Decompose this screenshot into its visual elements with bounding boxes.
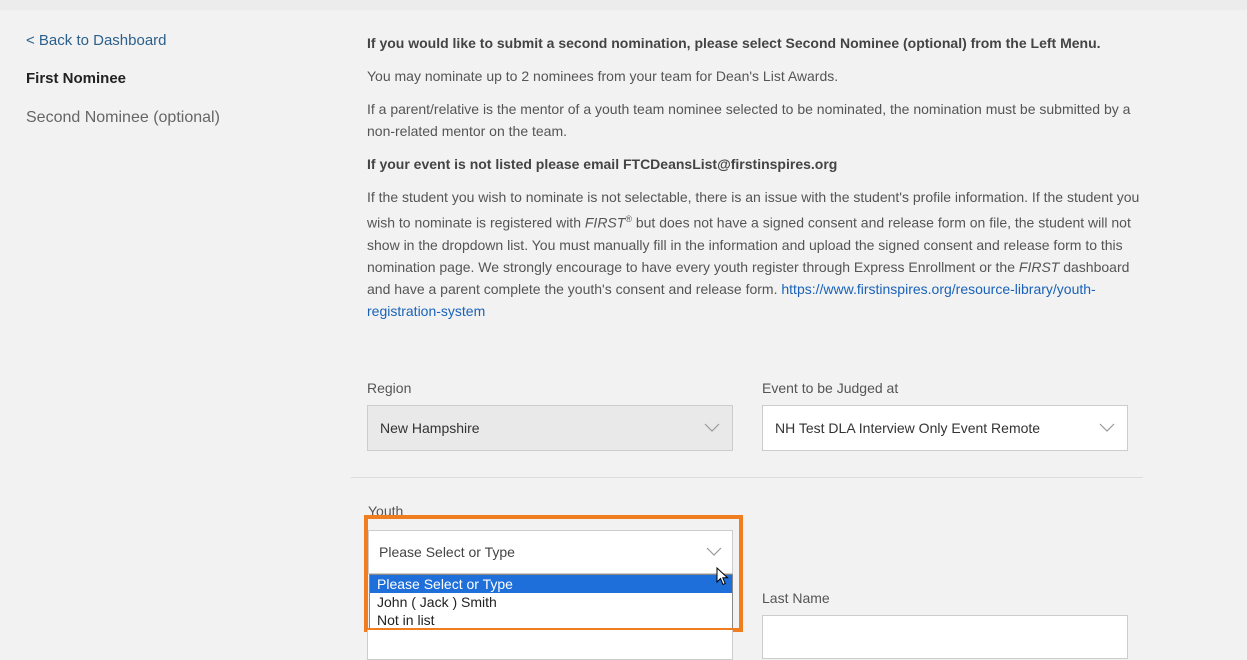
registered-mark: ® xyxy=(625,214,632,224)
second-nomination-note: If you would like to submit a second nom… xyxy=(367,35,1101,51)
chevron-down-icon xyxy=(1099,423,1115,433)
event-select[interactable]: NH Test DLA Interview Only Event Remote xyxy=(762,405,1128,451)
left-menu: < Back to Dashboard First Nominee Second… xyxy=(26,32,326,148)
nav-item-second-nominee[interactable]: Second Nominee (optional) xyxy=(26,109,326,127)
mouse-cursor-icon xyxy=(716,566,730,592)
region-label: Region xyxy=(367,380,412,396)
region-select[interactable]: New Hampshire xyxy=(367,405,733,451)
section-divider xyxy=(351,477,1143,478)
event-value: NH Test DLA Interview Only Event Remote xyxy=(775,420,1041,436)
chevron-down-icon xyxy=(704,423,720,433)
mentor-note: If a parent/relative is the mentor of a … xyxy=(367,101,1131,139)
region-value: New Hampshire xyxy=(380,420,480,436)
first-brand: FIRST xyxy=(584,214,626,231)
event-not-listed-note: If your event is not listed please email… xyxy=(367,156,838,172)
main-content: If you would like to submit a second nom… xyxy=(367,32,1147,333)
nominee-limit-note: You may nominate up to 2 nominees from y… xyxy=(367,68,839,84)
first-brand-2: FIRST xyxy=(1018,258,1060,275)
consent-note: If the student you wish to nominate is n… xyxy=(367,186,1147,322)
highlight-box xyxy=(364,515,743,632)
back-to-dashboard-link[interactable]: < Back to Dashboard xyxy=(26,32,326,49)
last-name-input[interactable] xyxy=(762,615,1128,659)
nav-item-first-nominee[interactable]: First Nominee xyxy=(26,70,326,88)
first-name-input[interactable] xyxy=(367,630,733,660)
top-border xyxy=(0,0,1247,10)
event-label: Event to be Judged at xyxy=(762,380,899,396)
last-name-label: Last Name xyxy=(762,590,830,606)
